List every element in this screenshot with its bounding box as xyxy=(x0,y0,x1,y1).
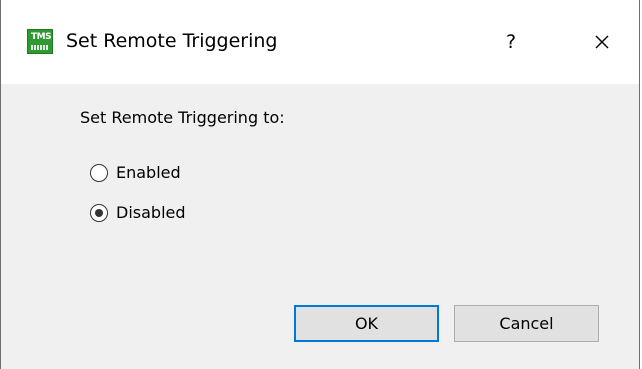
radio-disabled[interactable]: Disabled xyxy=(90,201,186,225)
close-button[interactable] xyxy=(577,22,627,62)
set-remote-triggering-dialog: TMS Set Remote Triggering ? Set Remote T… xyxy=(0,0,640,369)
radio-checked-icon[interactable] xyxy=(90,204,108,222)
radio-unchecked-icon[interactable] xyxy=(90,164,108,182)
app-icon-label: TMS xyxy=(31,32,52,42)
cancel-button[interactable]: Cancel xyxy=(454,305,599,342)
prompt-label: Set Remote Triggering to: xyxy=(80,108,285,127)
app-icon-pattern xyxy=(31,45,49,50)
window-title: Set Remote Triggering xyxy=(66,30,278,52)
radio-selected-dot xyxy=(94,208,103,217)
radio-label-enabled[interactable]: Enabled xyxy=(116,163,181,183)
help-button[interactable]: ? xyxy=(489,22,533,62)
app-icon: TMS xyxy=(27,29,53,54)
ok-button[interactable]: OK xyxy=(294,305,439,342)
radio-enabled[interactable]: Enabled xyxy=(90,161,181,185)
title-bar[interactable]: TMS Set Remote Triggering ? xyxy=(1,0,639,84)
close-icon xyxy=(595,35,609,49)
radio-label-disabled[interactable]: Disabled xyxy=(116,203,186,223)
